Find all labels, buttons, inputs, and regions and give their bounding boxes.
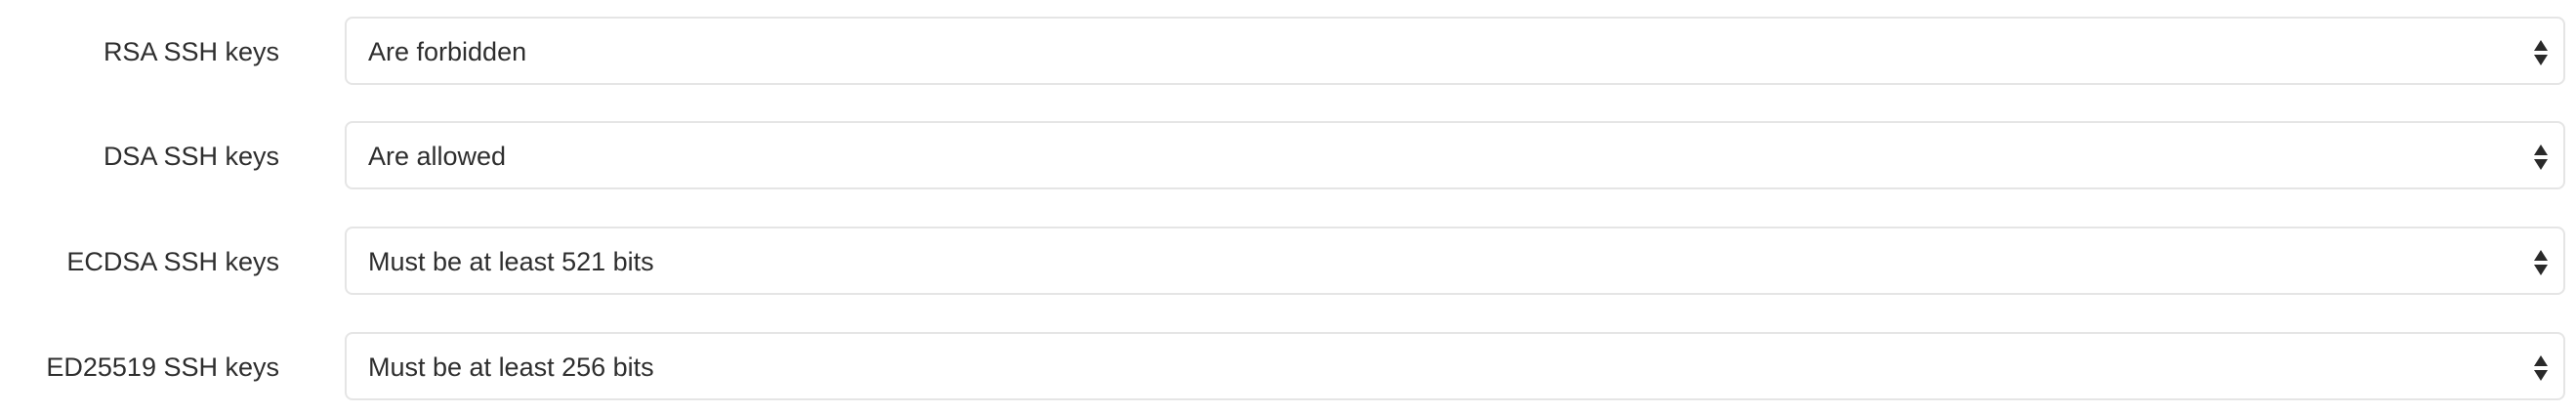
rsa-ssh-keys-row: RSA SSH keys Are forbidden (0, 17, 2576, 87)
sort-arrows-icon (2534, 355, 2548, 381)
rsa-ssh-keys-label: RSA SSH keys (103, 37, 279, 66)
ecdsa-ssh-keys-label: ECDSA SSH keys (66, 247, 279, 276)
sort-arrows-icon (2534, 145, 2548, 170)
dsa-ssh-keys-label: DSA SSH keys (103, 142, 279, 171)
sort-arrows-icon (2534, 250, 2548, 275)
ed25519-ssh-keys-select[interactable]: Must be at least 256 bits (345, 332, 2565, 400)
rsa-ssh-keys-select[interactable]: Are forbidden (345, 17, 2565, 85)
sort-arrows-icon (2534, 40, 2548, 65)
ed25519-ssh-keys-label: ED25519 SSH keys (46, 352, 279, 382)
dsa-ssh-keys-row: DSA SSH keys Are allowed (0, 121, 2576, 191)
ecdsa-ssh-keys-row: ECDSA SSH keys Must be at least 521 bits (0, 227, 2576, 297)
ecdsa-ssh-keys-select[interactable]: Must be at least 521 bits (345, 227, 2565, 295)
select-value: Must be at least 521 bits (368, 247, 654, 276)
select-value: Must be at least 256 bits (368, 352, 654, 382)
select-value: Are allowed (368, 142, 507, 171)
ed25519-ssh-keys-row: ED25519 SSH keys Must be at least 256 bi… (0, 332, 2576, 402)
dsa-ssh-keys-select[interactable]: Are allowed (345, 121, 2565, 189)
select-value: Are forbidden (368, 37, 527, 66)
